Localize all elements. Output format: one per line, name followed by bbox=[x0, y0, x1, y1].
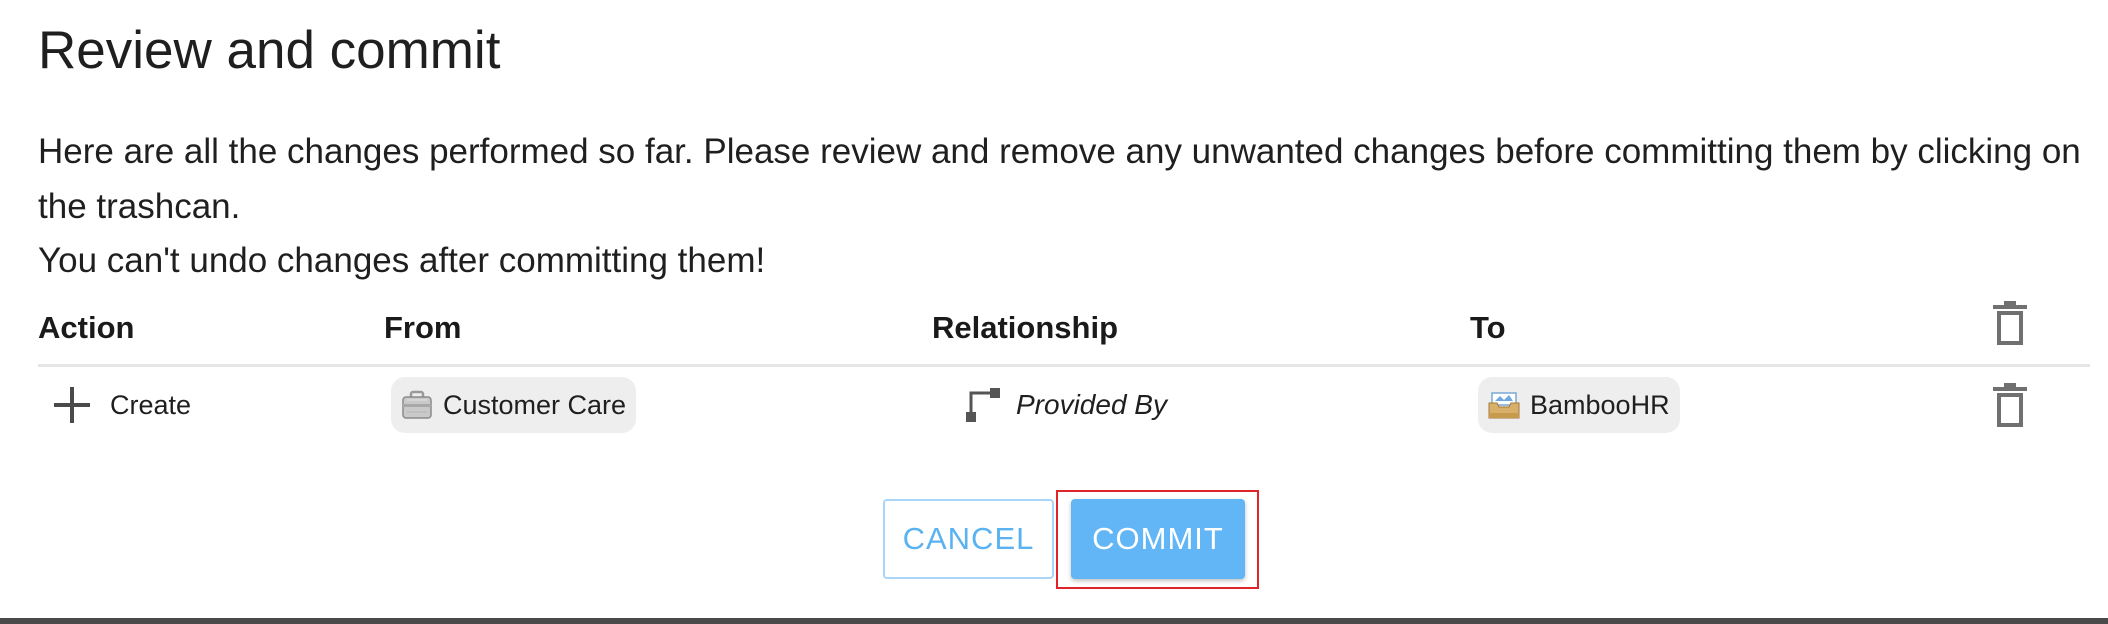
column-header-to: To bbox=[1470, 310, 1506, 345]
dialog-description: Here are all the changes performed so fa… bbox=[38, 132, 2081, 226]
changes-table-header: Action From Relationship To bbox=[38, 296, 2090, 367]
inbox-tray-icon bbox=[1488, 392, 1520, 419]
from-cell: Customer Care bbox=[391, 367, 637, 443]
column-header-action: Action bbox=[38, 310, 135, 345]
commit-button[interactable]: COMMIT bbox=[1071, 499, 1245, 579]
connector-icon bbox=[966, 388, 1000, 422]
table-row: Create Customer Care Provided By BambooH… bbox=[38, 367, 2090, 443]
bottom-divider bbox=[0, 618, 2108, 624]
column-header-from: From bbox=[384, 310, 462, 345]
briefcase-icon bbox=[402, 390, 432, 419]
dialog-title: Review and commit bbox=[38, 21, 501, 80]
to-label: BambooHR bbox=[1530, 389, 1670, 420]
dialog-warning: You can't undo changes after committing … bbox=[38, 241, 766, 280]
relationship-cell: Provided By bbox=[966, 367, 1167, 443]
action-cell: Create bbox=[54, 367, 191, 443]
delete-row-trash-icon[interactable] bbox=[1993, 383, 2027, 427]
to-chip[interactable]: BambooHR bbox=[1478, 377, 1680, 433]
to-cell: BambooHR bbox=[1478, 367, 1680, 443]
from-label: Customer Care bbox=[443, 389, 627, 420]
delete-all-trash-icon[interactable] bbox=[1993, 301, 2027, 345]
review-commit-dialog: Review and commit Here are all the chang… bbox=[0, 0, 2108, 618]
from-chip[interactable]: Customer Care bbox=[391, 377, 637, 433]
plus-icon bbox=[54, 387, 90, 423]
action-label: Create bbox=[110, 389, 192, 420]
column-header-relationship: Relationship bbox=[932, 310, 1119, 345]
cancel-button[interactable]: CANCEL bbox=[883, 499, 1054, 579]
relationship-label: Provided By bbox=[1016, 389, 1167, 420]
dialog-actions: CANCEL COMMIT bbox=[0, 490, 2108, 589]
